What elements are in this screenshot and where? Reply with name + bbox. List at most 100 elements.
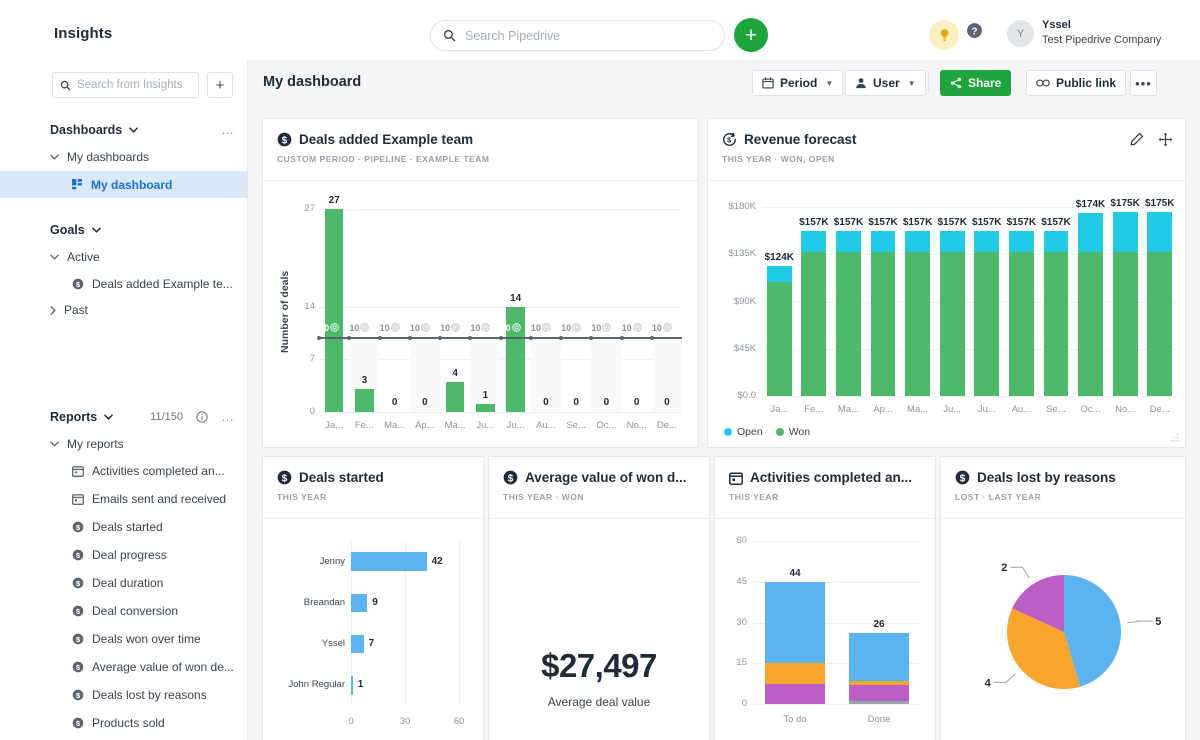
bar-segment[interactable] — [848, 684, 910, 702]
sidebar-section-reports[interactable]: Reports 11/150 … — [50, 409, 235, 424]
bar-segment-open[interactable] — [1078, 213, 1103, 253]
sidebar-item-report[interactable]: $ Average value of won de... — [0, 653, 248, 680]
card-title-text: Activities completed an... — [750, 470, 913, 485]
chart-activities-completed[interactable]: 0 15 30 45 60 44 To do 26 Done — [715, 519, 937, 740]
period-filter-button[interactable]: Period ▼ — [752, 70, 844, 96]
bar-segment-won[interactable] — [1043, 252, 1069, 396]
sidebar-section-dashboards[interactable]: Dashboards … — [50, 122, 235, 137]
bar[interactable] — [351, 676, 353, 695]
x-tick-label: Ja... — [325, 420, 344, 431]
edit-pencil-icon[interactable] — [1129, 132, 1144, 147]
chart-deals-added[interactable]: Number of deals 0 7 14 27 27 Ja... 3 Fe... 0 Ma...… — [263, 181, 700, 448]
bar-segment-won[interactable] — [905, 252, 931, 396]
sidebar-group-active[interactable]: Active — [50, 250, 100, 264]
chevron-down-icon[interactable] — [91, 227, 101, 233]
bar-segment-open[interactable] — [801, 231, 827, 253]
sidebar-item-my-dashboard[interactable]: My dashboard — [0, 171, 248, 198]
legend-item[interactable]: Won — [775, 426, 810, 438]
bar-segment-won[interactable] — [974, 252, 1000, 396]
help-icon[interactable]: ? — [966, 22, 983, 39]
bar-segment-open[interactable] — [870, 231, 896, 253]
bar-segment-open[interactable] — [836, 231, 861, 253]
sidebar-item-report[interactable]: $ Deal progress — [0, 541, 248, 568]
share-button[interactable]: Share — [940, 70, 1012, 96]
info-icon[interactable] — [196, 410, 208, 423]
move-handle-icon[interactable] — [1158, 132, 1173, 147]
avatar[interactable]: Y — [1007, 20, 1034, 47]
bar-segment-open[interactable] — [1147, 212, 1173, 253]
chevron-down-icon[interactable] — [104, 413, 114, 420]
chevron-down-icon: ▼ — [907, 78, 916, 88]
bar[interactable] — [354, 389, 374, 412]
sidebar-group-my-dashboards[interactable]: My dashboards — [50, 150, 149, 164]
bar-segment-open[interactable] — [1112, 212, 1138, 253]
bar-segment-open[interactable] — [766, 265, 792, 282]
user-info[interactable]: Yssel Test Pipedrive Company — [1042, 18, 1161, 48]
tips-bulb-icon[interactable] — [929, 20, 959, 50]
bar-segment-won[interactable] — [1147, 252, 1173, 396]
bar-segment-won[interactable] — [1112, 252, 1138, 396]
bar[interactable] — [351, 634, 364, 654]
card-resize-grip[interactable] — [1170, 433, 1179, 442]
sidebar-item-report[interactable]: Activities completed an... — [0, 457, 248, 484]
sidebar-item-goal-deals-added[interactable]: $ Deals added Example te... — [0, 270, 248, 297]
bar-segment-open[interactable] — [905, 231, 931, 253]
bar-segment[interactable] — [848, 633, 910, 681]
bar-segment-open[interactable] — [939, 231, 965, 253]
bar-segment[interactable] — [764, 663, 826, 684]
sidebar-item-report[interactable]: $ Deals won over time — [0, 625, 248, 652]
bar-segment-won[interactable] — [1078, 252, 1103, 396]
bar[interactable] — [445, 381, 465, 412]
bar-value-label: 1 — [357, 679, 364, 691]
bar-segment-won[interactable] — [801, 252, 827, 396]
public-link-button[interactable]: Public link — [1026, 70, 1127, 96]
svg-text:$: $ — [960, 473, 966, 484]
bar-segment-won[interactable] — [870, 252, 896, 396]
chevron-down-icon[interactable] — [50, 154, 59, 160]
legend-item[interactable]: Open — [724, 426, 763, 438]
sidebar-search-input[interactable]: Search from Insights — [52, 72, 199, 98]
bar-segment-open[interactable] — [1043, 231, 1069, 253]
bar-segment-won[interactable] — [1008, 252, 1034, 396]
sidebar-item-report[interactable]: $ Deals lost by reasons — [0, 681, 248, 708]
global-search[interactable]: Search Pipedrive — [430, 20, 725, 51]
dashboards-more-icon[interactable]: … — [221, 122, 235, 137]
chevron-down-icon[interactable] — [50, 254, 59, 260]
sidebar-item-report[interactable]: Emails sent and received — [0, 485, 248, 512]
chevron-right-icon[interactable] — [50, 305, 56, 315]
reports-more-icon[interactable]: … — [221, 409, 235, 424]
x-tick-label: Ju... — [977, 404, 996, 415]
chart-revenue-forecast[interactable]: $0.0 $45K $90K $135K $180K $124K Ja... $157K Fe.… — [708, 181, 1187, 448]
sidebar-group-past[interactable]: Past — [50, 303, 88, 317]
sidebar-add-button[interactable]: + — [207, 72, 233, 98]
add-button[interactable]: + — [734, 18, 768, 52]
sidebar-item-report[interactable]: $ Deal duration — [0, 569, 248, 596]
bar-segment-open[interactable] — [974, 231, 1000, 253]
chart-deals-lost-pie[interactable]: 5 4 2 — [941, 519, 1187, 740]
bar-segment[interactable] — [848, 701, 910, 704]
user-filter-button[interactable]: User ▼ — [845, 70, 926, 96]
bar-value-label: 14 — [510, 292, 522, 304]
bar[interactable] — [475, 404, 495, 412]
sidebar-section-goals[interactable]: Goals — [50, 223, 235, 237]
bar[interactable] — [324, 209, 344, 412]
chevron-down-icon[interactable] — [129, 126, 139, 133]
bar-segment-won[interactable] — [939, 252, 965, 396]
sidebar-item-report[interactable]: $ Deals started — [0, 513, 248, 540]
bar-segment[interactable] — [764, 683, 826, 704]
bar-segment-won[interactable] — [836, 252, 861, 396]
bar-segment[interactable] — [848, 680, 910, 685]
target-icon — [511, 323, 521, 333]
chart-deals-started[interactable]: 0 30 60 Jenny 42 Breandan 9 Yssel 7 John Regular 1 — [263, 519, 485, 740]
bar[interactable] — [351, 593, 368, 613]
sidebar-item-report[interactable]: $ Deal conversion — [0, 597, 248, 624]
bar-segment[interactable] — [764, 581, 826, 664]
bar-segment-won[interactable] — [766, 281, 792, 396]
bar[interactable] — [351, 552, 427, 571]
chevron-down-icon[interactable] — [50, 441, 59, 447]
card-deals-added: $ Deals added Example team CUSTOM PERIOD… — [262, 118, 699, 448]
sidebar-item-report[interactable]: $ Products sold — [0, 709, 248, 736]
bar-segment-open[interactable] — [1008, 231, 1034, 253]
sidebar-group-my-reports[interactable]: My reports — [50, 437, 124, 451]
dashboard-more-button[interactable]: ••• — [1130, 70, 1157, 96]
